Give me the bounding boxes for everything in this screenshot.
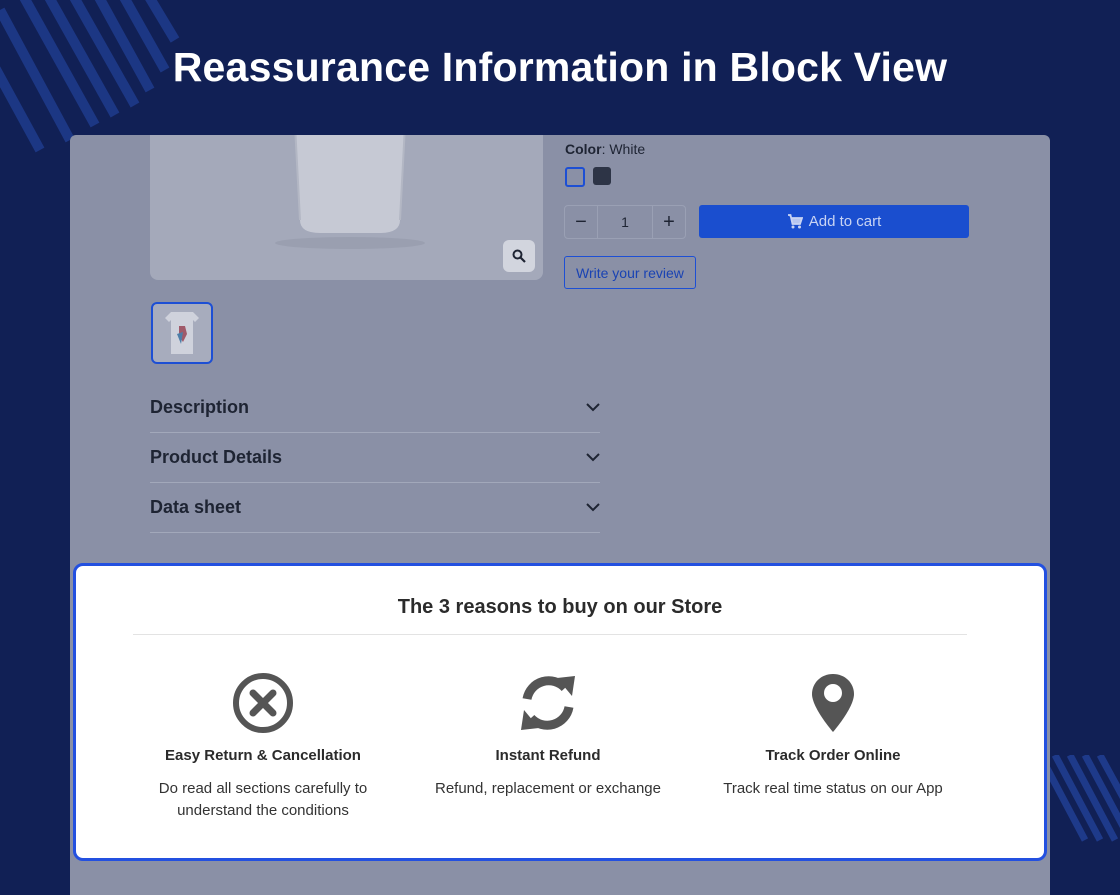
swatch-black[interactable] (593, 167, 611, 185)
zoom-button[interactable] (503, 240, 535, 272)
reason-instant-refund: Instant Refund Refund, replacement or ex… (413, 671, 683, 800)
accordion-label: Description (150, 397, 250, 417)
quantity-stepper: − 1 + (564, 205, 686, 239)
add-to-cart-button[interactable]: Add to cart (699, 205, 969, 238)
chevron-down-icon (586, 453, 600, 462)
chevron-down-icon (586, 403, 600, 412)
tshirt-image (275, 135, 425, 249)
increase-button[interactable]: + (653, 206, 685, 238)
reason-description: Track real time status on our App (723, 780, 943, 797)
quantity-input[interactable]: 1 (597, 206, 653, 238)
color-value: White (609, 141, 646, 157)
accordion-product-details[interactable]: Product Details (150, 433, 600, 483)
accordion-label: Data sheet (150, 497, 242, 517)
reason-description: Refund, replacement or exchange (435, 780, 661, 797)
divider (133, 634, 967, 635)
decorative-stripes (1040, 755, 1120, 842)
color-label: Color: White (565, 141, 646, 157)
magnifier-icon (512, 249, 526, 263)
decrease-button[interactable]: − (565, 206, 597, 238)
refresh-icon (521, 676, 575, 730)
accordion-data-sheet[interactable]: Data sheet (150, 483, 600, 533)
color-label-key: Color (565, 141, 602, 157)
product-accordion: Description Product Details Data sheet (150, 383, 600, 533)
reason-title: Track Order Online (765, 747, 901, 764)
reason-track-order: Track Order Online Track real time statu… (698, 671, 968, 800)
chevron-down-icon (586, 503, 600, 512)
reason-title: Instant Refund (495, 747, 601, 764)
write-review-button[interactable]: Write your review (564, 256, 696, 289)
location-pin-icon (812, 674, 854, 732)
reason-description: Do read all sections carefully to unders… (158, 780, 368, 819)
accordion-description[interactable]: Description (150, 383, 600, 433)
tshirt-thumbnail-icon (165, 312, 199, 354)
reassurance-block: The 3 reasons to buy on our Store Easy R… (73, 563, 1047, 861)
reason-title: Easy Return & Cancellation (165, 747, 361, 764)
product-thumbnail[interactable] (151, 302, 213, 364)
cart-icon (787, 214, 803, 229)
close-circle-icon (233, 673, 293, 733)
reason-easy-return: Easy Return & Cancellation Do read all s… (128, 671, 398, 822)
page-title: Reassurance Information in Block View (172, 44, 948, 90)
product-image[interactable] (150, 135, 543, 280)
swatch-white[interactable] (565, 167, 585, 187)
accordion-label: Product Details (150, 447, 283, 467)
reassurance-title: The 3 reasons to buy on our Store (397, 596, 723, 618)
add-to-cart-label: Add to cart (808, 213, 882, 230)
